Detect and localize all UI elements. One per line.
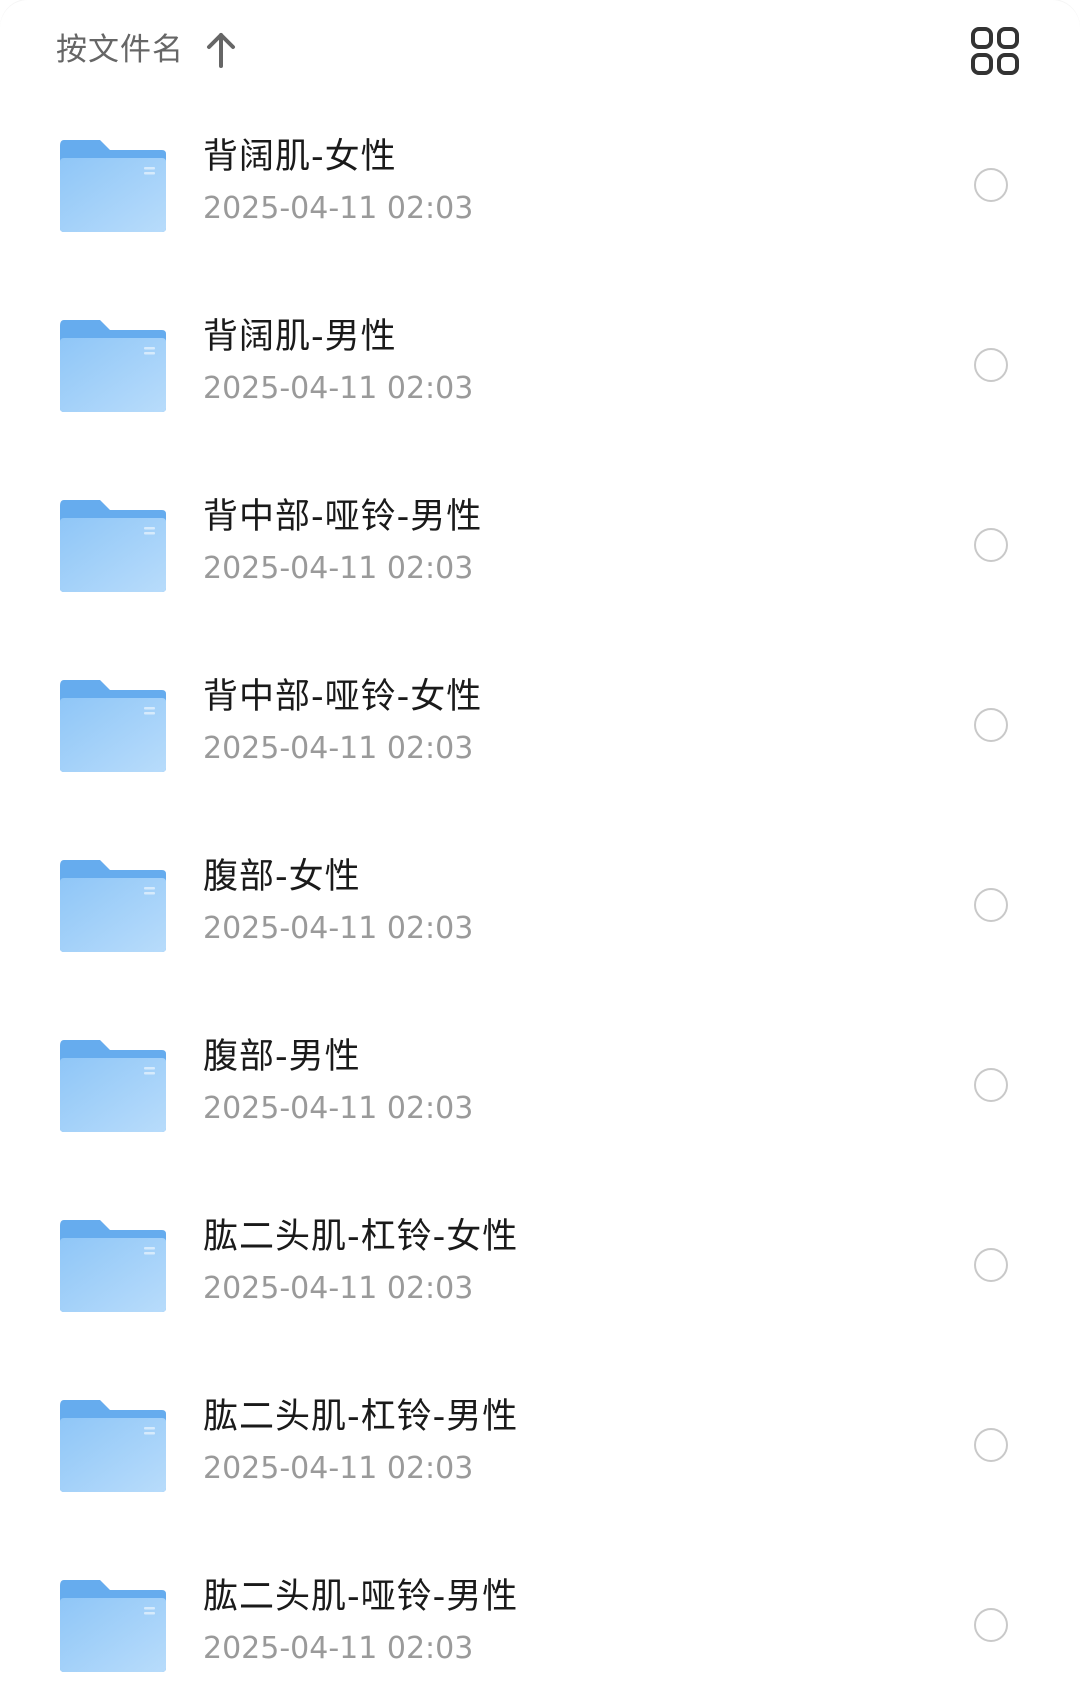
file-row-7[interactable]: 肱二头肌-杠铃-男性 2025-04-11 02:03: [0, 1360, 1080, 1540]
folder-icon: [60, 1220, 166, 1312]
folder-icon: [60, 320, 166, 412]
file-row-4[interactable]: 腹部-女性 2025-04-11 02:03: [0, 820, 1080, 1000]
grid-view-icon[interactable]: [970, 26, 1020, 76]
file-date: 2025-04-11 02:03: [203, 371, 474, 406]
file-name: 背阔肌-女性: [203, 137, 397, 177]
file-date: 2025-04-11 02:03: [203, 191, 474, 226]
sort-by-name-button[interactable]: 按文件名: [56, 28, 238, 72]
select-checkbox[interactable]: [974, 1248, 1008, 1282]
file-date: 2025-04-11 02:03: [203, 1091, 474, 1126]
file-row-2[interactable]: 背中部-哑铃-男性 2025-04-11 02:03: [0, 460, 1080, 640]
folder-icon: [60, 860, 166, 952]
file-row-5[interactable]: 腹部-男性 2025-04-11 02:03: [0, 1000, 1080, 1180]
select-checkbox[interactable]: [974, 528, 1008, 562]
select-checkbox[interactable]: [974, 1428, 1008, 1462]
select-checkbox[interactable]: [974, 888, 1008, 922]
folder-icon: [60, 140, 166, 232]
file-name: 腹部-男性: [203, 1037, 361, 1077]
select-checkbox[interactable]: [974, 1068, 1008, 1102]
arrow-up-icon: [207, 33, 235, 68]
file-name: 背中部-哑铃-女性: [203, 677, 483, 717]
file-date: 2025-04-11 02:03: [203, 1631, 474, 1666]
file-list: 背阔肌-女性 2025-04-11 02:03 背阔肌-男性 2025-04-1…: [0, 100, 1080, 1685]
select-checkbox[interactable]: [974, 1608, 1008, 1642]
sort-label: 按文件名: [56, 32, 184, 68]
select-checkbox[interactable]: [974, 708, 1008, 742]
file-date: 2025-04-11 02:03: [203, 731, 474, 766]
folder-icon: [60, 1580, 166, 1672]
file-row-1[interactable]: 背阔肌-男性 2025-04-11 02:03: [0, 280, 1080, 460]
folder-icon: [60, 1040, 166, 1132]
file-name: 背阔肌-男性: [203, 317, 397, 357]
file-name: 背中部-哑铃-男性: [203, 497, 483, 537]
file-row-8[interactable]: 肱二头肌-哑铃-男性 2025-04-11 02:03: [0, 1540, 1080, 1685]
file-browser-page: 按文件名 背阔肌-女性 2025-04-11 02:03 背阔肌-男性 2025…: [0, 0, 1080, 1685]
file-row-6[interactable]: 肱二头肌-杠铃-女性 2025-04-11 02:03: [0, 1180, 1080, 1360]
file-row-3[interactable]: 背中部-哑铃-女性 2025-04-11 02:03: [0, 640, 1080, 820]
file-date: 2025-04-11 02:03: [203, 1271, 474, 1306]
folder-icon: [60, 1400, 166, 1492]
sort-bar: 按文件名: [0, 0, 1080, 100]
select-checkbox[interactable]: [974, 168, 1008, 202]
file-date: 2025-04-11 02:03: [203, 1451, 474, 1486]
folder-icon: [60, 680, 166, 772]
file-name: 肱二头肌-杠铃-女性: [203, 1217, 519, 1257]
file-row-0[interactable]: 背阔肌-女性 2025-04-11 02:03: [0, 100, 1080, 280]
file-date: 2025-04-11 02:03: [203, 911, 474, 946]
file-name: 腹部-女性: [203, 857, 361, 897]
file-date: 2025-04-11 02:03: [203, 551, 474, 586]
folder-icon: [60, 500, 166, 592]
file-name: 肱二头肌-杠铃-男性: [203, 1397, 519, 1437]
file-name: 肱二头肌-哑铃-男性: [203, 1577, 519, 1617]
select-checkbox[interactable]: [974, 348, 1008, 382]
